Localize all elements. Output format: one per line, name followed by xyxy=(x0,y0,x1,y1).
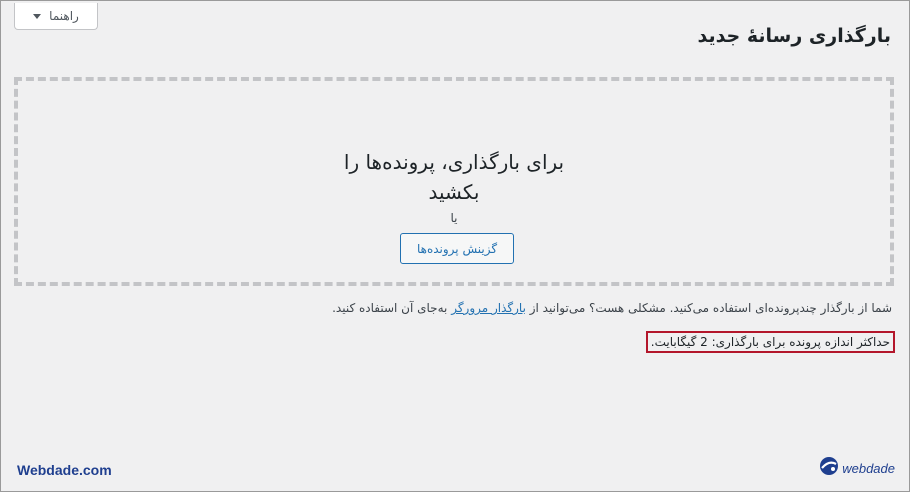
page-title: بارگذاری رسانهٔ جدید xyxy=(697,25,891,47)
or-separator: یا xyxy=(450,211,458,225)
watermark-brand-text: webdade xyxy=(842,460,895,476)
drop-instructions-line-1: برای بارگذاری، پرونده‌ها را xyxy=(343,150,565,174)
drag-drop-zone[interactable]: برای بارگذاری، پرونده‌ها را بکشید یا گزی… xyxy=(14,77,894,286)
info-text-before-link: شما از بارگذار چندپرونده‌ای استفاده می‌ک… xyxy=(525,301,892,315)
drop-instructions-line-2: بکشید xyxy=(428,180,480,204)
webdade-logo-icon xyxy=(819,456,839,480)
help-tab-button[interactable]: راهنما xyxy=(14,3,98,30)
caret-down-icon xyxy=(33,13,42,19)
help-tab-label: راهنما xyxy=(49,9,79,23)
watermark-logo: webdade xyxy=(819,456,895,480)
select-files-button[interactable]: گزینش پرونده‌ها xyxy=(400,233,514,264)
max-upload-size-notice: حداکثر اندازه پرونده برای بارگذاری: 2 گی… xyxy=(645,331,895,353)
browser-uploader-link[interactable]: بارگذار مرورگر xyxy=(451,301,526,315)
watermark-site-url: Webdade.com xyxy=(17,462,112,478)
media-upload-page: راهنما بارگذاری رسانهٔ جدید برای بارگذار… xyxy=(0,0,910,492)
info-text-after-link: به‌جای آن استفاده کنید. xyxy=(332,301,452,315)
uploader-info-text: شما از بارگذار چندپرونده‌ای استفاده می‌ک… xyxy=(332,301,892,315)
drop-instructions: برای بارگذاری، پرونده‌ها را بکشید xyxy=(18,147,890,207)
